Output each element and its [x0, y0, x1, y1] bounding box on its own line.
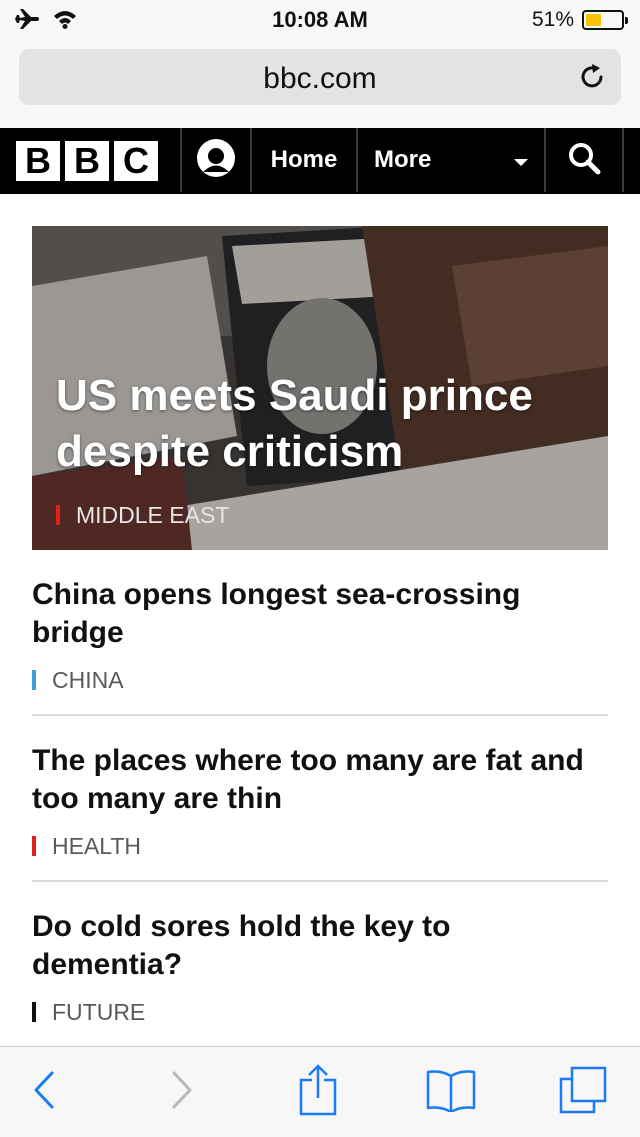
story-section-tag[interactable]: HEALTH	[32, 833, 608, 859]
bbc-nav-bar: B B C Home More	[0, 128, 640, 194]
search-icon	[567, 141, 601, 180]
tabs-icon	[558, 1065, 608, 1120]
story-item[interactable]: Do cold sores hold the key to dementia? …	[32, 908, 608, 1025]
browser-toolbar	[0, 1046, 640, 1137]
tag-color-bar	[56, 505, 60, 525]
bbc-logo-letter: B	[16, 141, 60, 181]
tag-color-bar	[32, 836, 36, 856]
account-button[interactable]	[182, 128, 250, 192]
battery-percent: 51%	[531, 8, 574, 31]
nav-home-link[interactable]: Home	[252, 128, 356, 192]
story-section-tag[interactable]: CHINA	[32, 667, 608, 693]
search-button[interactable]	[546, 128, 622, 192]
bbc-logo-letter: B	[65, 141, 109, 181]
hero-section-tag[interactable]: MIDDLE EAST	[56, 502, 229, 528]
browser-url-area: bbc.com	[0, 40, 640, 128]
story-tag-label: HEALTH	[52, 833, 142, 859]
bookmarks-icon	[425, 1068, 477, 1117]
status-bar: 10:08 AM 51%	[0, 0, 640, 40]
hero-tag-label: MIDDLE EAST	[76, 502, 230, 528]
story-divider	[32, 880, 608, 882]
share-icon	[298, 1063, 338, 1121]
hero-story[interactable]: US meets Saudi prince despite criticism …	[32, 226, 608, 550]
bookmarks-button[interactable]	[418, 1047, 484, 1137]
url-text[interactable]: bbc.com	[19, 62, 621, 96]
status-right: 51%	[531, 8, 628, 32]
story-headline[interactable]: China opens longest sea-crossing bridge	[32, 576, 608, 652]
nav-divider	[622, 128, 624, 192]
account-icon	[197, 138, 235, 182]
chevron-down-icon	[514, 159, 528, 166]
tag-color-bar	[32, 1002, 36, 1022]
story-section-tag[interactable]: FUTURE	[32, 999, 608, 1025]
nav-more-label: More	[374, 146, 432, 173]
battery-cap	[625, 17, 628, 24]
story-item[interactable]: China opens longest sea-crossing bridge …	[32, 576, 608, 693]
battery-level	[586, 14, 602, 26]
back-button[interactable]	[14, 1047, 74, 1137]
story-headline[interactable]: The places where too many are fat and to…	[32, 742, 608, 818]
story-divider	[32, 714, 608, 716]
address-bar[interactable]: bbc.com	[19, 49, 621, 105]
hero-headline[interactable]: US meets Saudi prince despite criticism	[56, 368, 596, 480]
reload-icon[interactable]	[577, 62, 607, 97]
share-button[interactable]	[288, 1047, 348, 1137]
bbc-logo[interactable]: B B C	[16, 141, 158, 181]
tag-color-bar	[32, 670, 36, 690]
battery-icon	[582, 10, 628, 30]
story-tag-label: FUTURE	[52, 999, 146, 1025]
forward-button[interactable]	[152, 1047, 212, 1137]
story-tag-label: CHINA	[52, 667, 124, 693]
back-icon	[32, 1070, 56, 1115]
nav-more-button[interactable]: More	[358, 128, 544, 192]
story-item[interactable]: The places where too many are fat and to…	[32, 742, 608, 859]
bbc-logo-letter: C	[114, 141, 158, 181]
tabs-button[interactable]	[550, 1047, 616, 1137]
forward-icon	[170, 1070, 194, 1115]
story-headline[interactable]: Do cold sores hold the key to dementia?	[32, 908, 608, 984]
